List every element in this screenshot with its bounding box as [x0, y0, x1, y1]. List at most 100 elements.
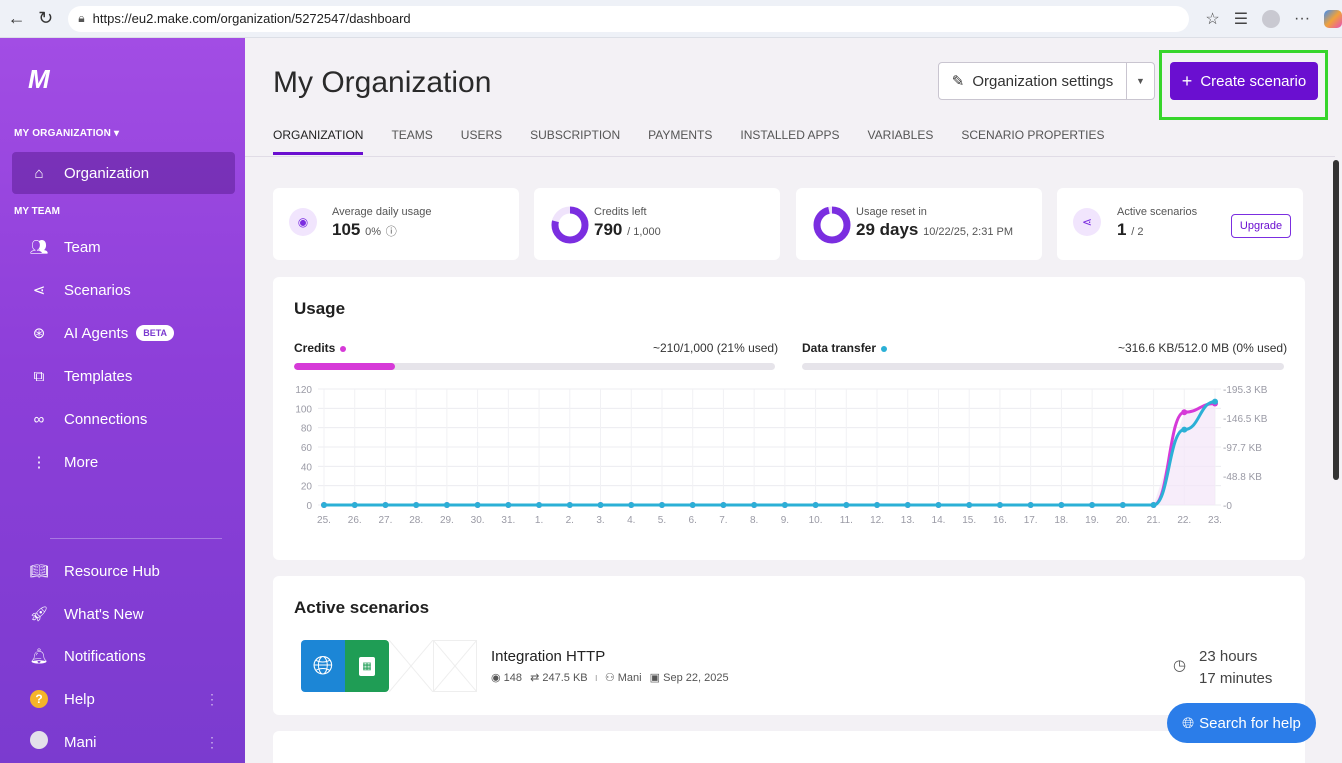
credits-total: / 1,000: [627, 226, 661, 238]
stat-usage-reset: Usage reset in 29 days 10/22/25, 2:31 PM: [796, 188, 1042, 260]
sidebar-item-more[interactable]: ⋮ More: [12, 443, 235, 481]
tab-teams[interactable]: TEAMS: [391, 128, 432, 155]
sidebar-item-help[interactable]: ? Help ⋮: [12, 680, 235, 718]
profile-icon[interactable]: [1262, 9, 1281, 28]
tab-variables[interactable]: VARIABLES: [868, 128, 934, 155]
data-point: [781, 502, 788, 508]
sidebar-item-label: Resource Hub: [64, 562, 160, 580]
x-tick-label: 17.: [1024, 515, 1038, 526]
data-point: [935, 502, 942, 508]
reset-date: 10/22/25, 2:31 PM: [923, 226, 1014, 238]
upgrade-button[interactable]: Upgrade: [1231, 214, 1291, 238]
info-icon[interactable]: ⓘ: [386, 226, 397, 238]
tab-subscription[interactable]: SUBSCRIPTION: [530, 128, 620, 155]
avg-pct: 0%: [365, 226, 382, 238]
organization-settings-label: Organization settings: [972, 72, 1114, 90]
stat-label: Usage reset in: [856, 206, 927, 218]
more-options-icon[interactable]: ···: [1294, 10, 1310, 28]
scenario-ops: 148: [503, 672, 523, 684]
url-text: https://eu2.make.com/organization/527254…: [92, 11, 411, 26]
sidebar-item-resource-hub[interactable]: 📖︎ Resource Hub: [12, 552, 235, 590]
y-tick-label: 20: [301, 482, 313, 493]
help-icon: ?: [30, 690, 48, 708]
scenario-date: Sep 22, 2025: [663, 672, 729, 684]
credits-meter: [294, 363, 775, 370]
favorite-star-icon[interactable]: ☆: [1205, 9, 1219, 29]
avatar-wrap: [26, 731, 52, 753]
reset-value: 29 days: [856, 220, 919, 239]
org-switcher[interactable]: MY ORGANIZATION ▾: [14, 128, 119, 139]
x-tick-label: 6.: [689, 515, 697, 526]
tab-bar: ORGANIZATION TEAMS USERS SUBSCRIPTION PA…: [273, 128, 1133, 155]
user-icon: ⚇: [604, 672, 615, 684]
x-tick-label: 30.: [471, 515, 485, 526]
edit-icon: ✎: [951, 73, 965, 90]
data-point: [904, 502, 911, 508]
tab-payments[interactable]: PAYMENTS: [648, 128, 712, 155]
y-tick-label: 0: [306, 501, 312, 512]
stat-credits-left: Credits left 790 / 1,000: [534, 188, 780, 260]
sidebar-item-scenarios[interactable]: ⋖ Scenarios: [12, 271, 235, 309]
sidebar-item-notifications[interactable]: 🔔︎ Notifications: [12, 637, 235, 675]
sidebar-item-whats-new[interactable]: 🚀︎ What's New: [12, 595, 235, 633]
sidebar-item-ai-agents[interactable]: ⊛ AI Agents BETA: [12, 314, 235, 352]
sidebar-item-organization[interactable]: ⌂ Organization: [12, 152, 235, 194]
x-tick-label: 31.: [501, 515, 515, 526]
y-right-tick-label: -48.8 KB: [1223, 472, 1262, 483]
credits-legend-dot: [340, 345, 347, 352]
data-point: [874, 502, 881, 508]
x-tick-label: 18.: [1054, 515, 1068, 526]
help-menu-icon[interactable]: ⋮: [205, 691, 219, 708]
sidebar-item-label: What's New: [64, 605, 144, 623]
tab-installed-apps[interactable]: INSTALLED APPS: [740, 128, 839, 155]
refresh-icon[interactable]: ↻: [33, 6, 58, 32]
data-point: [1181, 409, 1188, 416]
sidebar-item-connections[interactable]: ∞ Connections: [12, 400, 235, 438]
data-point: [351, 502, 358, 508]
y-tick-label: 100: [295, 404, 312, 415]
search-for-help-button[interactable]: 🌐︎ Search for help: [1167, 703, 1316, 743]
sidebar-item-label: Mani: [64, 733, 97, 751]
tab-scenario-properties[interactable]: SCENARIO PROPERTIES: [961, 128, 1104, 155]
data-point: [1027, 502, 1034, 508]
address-bar[interactable]: 🔒︎ https://eu2.make.com/organization/527…: [68, 5, 1190, 32]
page-scrollbar[interactable]: [1333, 160, 1339, 480]
more-icon: ⋮: [31, 454, 47, 471]
x-tick-label: 11.: [840, 515, 853, 526]
sidebar-item-templates[interactable]: ⧉ Templates: [12, 357, 235, 395]
data-point: [751, 502, 758, 508]
transfer-meter-value: ~316.6 KB/512.0 MB (0% used): [1118, 341, 1288, 355]
stat-value: 1 / 2: [1117, 220, 1143, 240]
make-logo[interactable]: M: [28, 64, 50, 95]
avg-value: 105: [332, 220, 361, 239]
transfer-meter-label: Data transfer: [802, 341, 888, 355]
x-tick-label: 3.: [596, 515, 604, 526]
sidebar-item-user[interactable]: Mani ⋮: [12, 723, 235, 761]
settings-dropdown-icon[interactable]: ▼: [1126, 62, 1155, 100]
x-tick-label: 13.: [901, 515, 915, 526]
stat-active-scenarios: ⋖ Active scenarios 1 / 2 Upgrade: [1057, 188, 1303, 260]
user-menu-icon[interactable]: ⋮: [205, 734, 219, 751]
tab-users[interactable]: USERS: [461, 128, 502, 155]
data-point: [843, 502, 850, 508]
data-point: [1089, 502, 1096, 508]
data-point: [1181, 426, 1188, 433]
organization-settings-button[interactable]: ✎ Organization settings: [938, 62, 1127, 100]
back-icon[interactable]: ←: [4, 6, 29, 32]
credits-meter-label: Credits: [294, 341, 347, 355]
tab-organization[interactable]: ORGANIZATION: [273, 128, 364, 155]
favorites-list-icon[interactable]: ☰: [1234, 9, 1248, 29]
copilot-icon[interactable]: [1324, 9, 1342, 28]
plus-icon: +: [1181, 70, 1193, 91]
usage-card: Usage Credits ~210/1,000 (21% used) Data…: [273, 277, 1305, 560]
x-tick-label: 20.: [1116, 515, 1130, 526]
next-section-card: [273, 731, 1305, 763]
data-point: [720, 502, 727, 508]
sidebar-item-team[interactable]: 👥︎ Team: [12, 228, 235, 266]
tabs-divider: [245, 156, 1335, 157]
data-point: [1119, 502, 1126, 508]
create-scenario-button[interactable]: + Create scenario: [1170, 62, 1318, 100]
data-point: [996, 502, 1003, 508]
y-right-tick-label: -97.7 KB: [1223, 443, 1262, 454]
scenario-name-link[interactable]: Integration HTTP: [491, 648, 605, 665]
